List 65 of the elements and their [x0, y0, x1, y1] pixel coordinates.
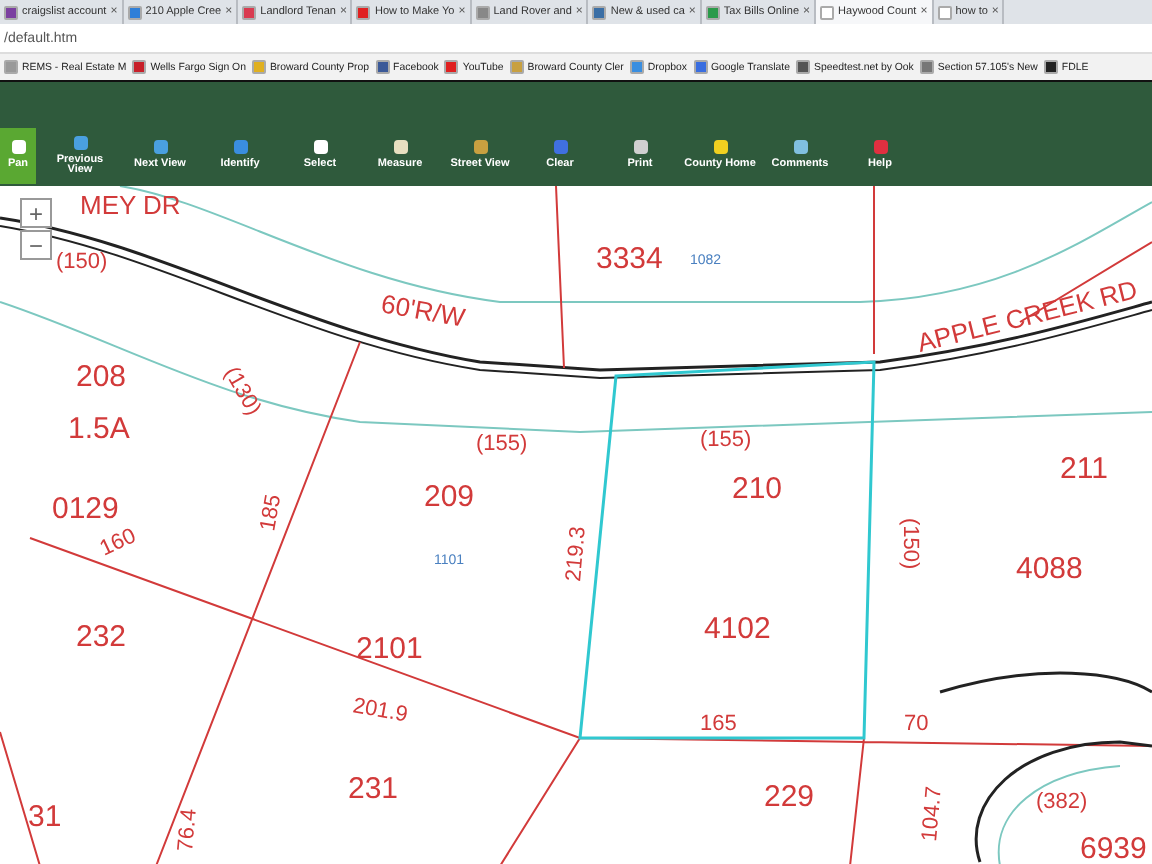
- favicon-icon: [132, 60, 147, 74]
- tool-icon: [553, 140, 567, 155]
- favicon-icon: [356, 5, 371, 19]
- tool-icon: [633, 140, 647, 155]
- dimension-label: 104.7: [918, 785, 947, 843]
- dimension-label: (150): [898, 518, 922, 570]
- favicon-icon: [937, 5, 952, 19]
- tool-icon: [713, 140, 727, 155]
- parcel-number: 0129: [52, 492, 119, 526]
- dimension-label: 185: [256, 492, 287, 534]
- parcel-number: 211: [1060, 452, 1108, 486]
- favicon-icon: [1043, 60, 1058, 74]
- favicon-icon: [242, 5, 257, 19]
- favicon-icon: [919, 60, 934, 74]
- parcel-number: 3334: [596, 242, 663, 276]
- favicon-icon: [127, 5, 142, 19]
- tool-icon: [11, 140, 25, 155]
- road-label: 60'R/W: [378, 288, 468, 333]
- favicon-icon: [629, 60, 644, 74]
- parcel-number: 4088: [1016, 552, 1083, 586]
- favicon-icon: [509, 60, 524, 74]
- dimension-label: (150): [56, 250, 108, 274]
- dimension-label: (382): [1036, 790, 1088, 814]
- favicon-icon: [4, 5, 18, 19]
- dimension-label: 160: [96, 524, 140, 562]
- dimension-label: 219.3: [562, 525, 591, 583]
- favicon-icon: [796, 60, 811, 74]
- parcel-number: 210: [732, 472, 783, 506]
- dimension-label: (155): [700, 428, 752, 452]
- parcel-number: 6939: [1080, 832, 1147, 864]
- favicon-icon: [820, 5, 835, 19]
- dimension-label: 165: [700, 712, 737, 736]
- favicon-icon: [375, 60, 390, 74]
- dimension-label: 76.4: [174, 807, 202, 853]
- parcel-number: 231: [348, 772, 399, 806]
- parcel-number: 232: [76, 620, 127, 654]
- parcel-number: 209: [424, 480, 475, 514]
- tool-icon: [73, 135, 87, 149]
- dimension-label: 201.9: [350, 694, 410, 728]
- favicon-icon: [592, 5, 607, 19]
- parcel-number: 208: [76, 360, 127, 394]
- tool-icon: [393, 140, 407, 155]
- zoom-in-button[interactable]: +: [20, 198, 52, 228]
- favicon-icon: [251, 60, 266, 74]
- road-label: APPLE CREEK RD: [914, 274, 1141, 358]
- tool-icon: [153, 140, 167, 155]
- favicon-icon: [4, 60, 18, 74]
- tool-icon: [873, 140, 887, 155]
- favicon-icon: [693, 60, 707, 74]
- parcel-number: 4102: [704, 612, 771, 646]
- favicon-icon: [475, 5, 490, 19]
- road-label: MEY DR: [80, 190, 181, 220]
- parcel-number: 1.5A: [68, 412, 130, 446]
- zoom-out-button[interactable]: −: [20, 230, 52, 260]
- parcel-number: 31: [28, 800, 62, 834]
- tool-icon: [313, 140, 327, 155]
- parcel-number: 2101: [356, 632, 423, 666]
- parcel-number: 229: [764, 780, 815, 814]
- favicon-icon: [444, 60, 459, 74]
- tool-icon: [473, 140, 487, 155]
- dimension-label: (155): [476, 432, 528, 456]
- tool-icon: [233, 140, 247, 155]
- dimension-label: 70: [904, 712, 929, 736]
- favicon-icon: [705, 5, 720, 19]
- tool-icon: [793, 140, 807, 155]
